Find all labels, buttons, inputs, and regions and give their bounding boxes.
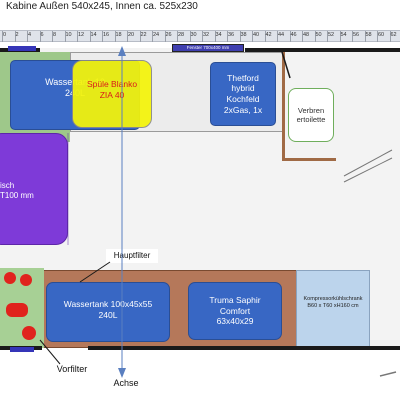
ruler-tick-label: 56 [353, 32, 360, 38]
wall-top-right [245, 48, 400, 52]
ruler-tick-label: 32 [203, 32, 210, 38]
achse-label: Achse [113, 378, 139, 389]
page-title: Kabine Außen 540x245, Innen ca. 525x230 [6, 1, 198, 12]
axle-arrow-bottom [118, 368, 126, 378]
ruler-tick-label: 58 [365, 32, 372, 38]
spuele-line1: Spüle Blanko [86, 79, 138, 90]
pipe-dot-4 [22, 326, 36, 340]
ruler-tick-label: 6 [40, 32, 44, 38]
ruler-tick-label: 28 [178, 32, 185, 38]
step-line [379, 371, 397, 377]
ruler-tick-label: 46 [290, 32, 297, 38]
ruler-tick-label: 0 [3, 32, 7, 38]
ruler-tick-label: 48 [303, 32, 310, 38]
wall-bottom-right [88, 346, 400, 350]
toilet-label: Verbren ertoilette [288, 92, 334, 138]
bed-label: isch T100 mm [0, 178, 40, 204]
spuele-line2: ZIA 40 [99, 90, 125, 100]
ruler-tick-label: 34 [215, 32, 222, 38]
ruler-tick-label: 26 [165, 32, 172, 38]
ruler-tick-label: 36 [228, 32, 235, 38]
thetford-line1: Thetford [227, 72, 259, 83]
spuele-label: Spüle Blanko ZIA 40 [74, 74, 150, 106]
ruler-tick-label: 22 [140, 32, 147, 38]
toilet-wall-bottom [282, 158, 336, 161]
wassertank-bottom-line2: 240L [98, 310, 118, 320]
ruler-tick-label: 40 [253, 32, 260, 38]
measurement-ruler: 0 2 4 6 8 10 12 14 16 18 20 22 24 26 28 30 32 34 36 38 40 42 4… [0, 30, 400, 42]
ruler-tick-label: 20 [128, 32, 135, 38]
pipe-dot-3 [6, 303, 28, 317]
truma-line2: Comfort [219, 305, 251, 316]
ruler-tick-label: 16 [103, 32, 110, 38]
ruler-tick-label: 14 [90, 32, 97, 38]
ruler-tick-label: 4 [28, 32, 32, 38]
truma-line1: Truma Saphir [209, 295, 261, 306]
truma-label: Truma Saphir Comfort 63x40x29 [188, 286, 282, 336]
thetford-line3: Kochfeld [226, 94, 260, 104]
ruler-tick-label: 24 [153, 32, 160, 38]
hauptfilter-label: Hauptfilter [113, 251, 151, 260]
ruler-tick-label: 60 [378, 32, 385, 38]
kompressor-line1: Kompressorkühlschrank [303, 296, 363, 303]
thetford-line2: hybrid [231, 83, 255, 94]
thetford-label: Thetford hybrid Kochfeld 2xGas, 1x [210, 64, 276, 124]
ruler-tick-label: 2 [15, 32, 19, 38]
pipe-dot-1 [4, 272, 16, 284]
ruler-tick-label: 18 [115, 32, 122, 38]
bed-line1: isch [0, 181, 15, 190]
ruler-tick-label: 44 [278, 32, 285, 38]
ruler-tick-label: 62 [390, 32, 397, 38]
wassertank-bottom-line1: Wassertank 100x45x55 [63, 299, 153, 310]
ruler-tick-label: 30 [190, 32, 197, 38]
vorfilter-label: Vorfilter [56, 364, 88, 375]
wassertank-bottom-label: Wassertank 100x45x55 240L [46, 290, 170, 330]
thetford-line4: 2xGas, 1x [223, 104, 263, 115]
ruler-tick-label: 50 [315, 32, 322, 38]
bed-line2: T100 mm [0, 191, 34, 200]
ruler-tick-label: 10 [65, 32, 72, 38]
pipe-dot-2 [20, 274, 32, 286]
ruler-tick-label: 38 [240, 32, 247, 38]
toilet-wall-left [282, 52, 285, 160]
ruler-tick-label: 8 [53, 32, 57, 38]
ruler-tick-label: 52 [328, 32, 335, 38]
window-top-label: Fenster 700x400 mm [186, 45, 230, 51]
kompressor-label: Kompressorkühlschrank B60 x T60 xH160 cm [296, 290, 370, 316]
wall-mark-top-left [8, 46, 36, 51]
wall-mark-bottom-left [10, 347, 34, 352]
kompressor-line2: B60 x T60 xH160 cm [307, 303, 359, 309]
ruler-tick-label: 42 [265, 32, 272, 38]
toilet-line1: Verbren [297, 105, 325, 115]
toilet-line2: ertoilette [296, 115, 326, 124]
truma-line3: 63x40x29 [216, 316, 254, 327]
ruler-tick-label: 54 [340, 32, 347, 38]
ruler-tick-label: 12 [78, 32, 85, 38]
